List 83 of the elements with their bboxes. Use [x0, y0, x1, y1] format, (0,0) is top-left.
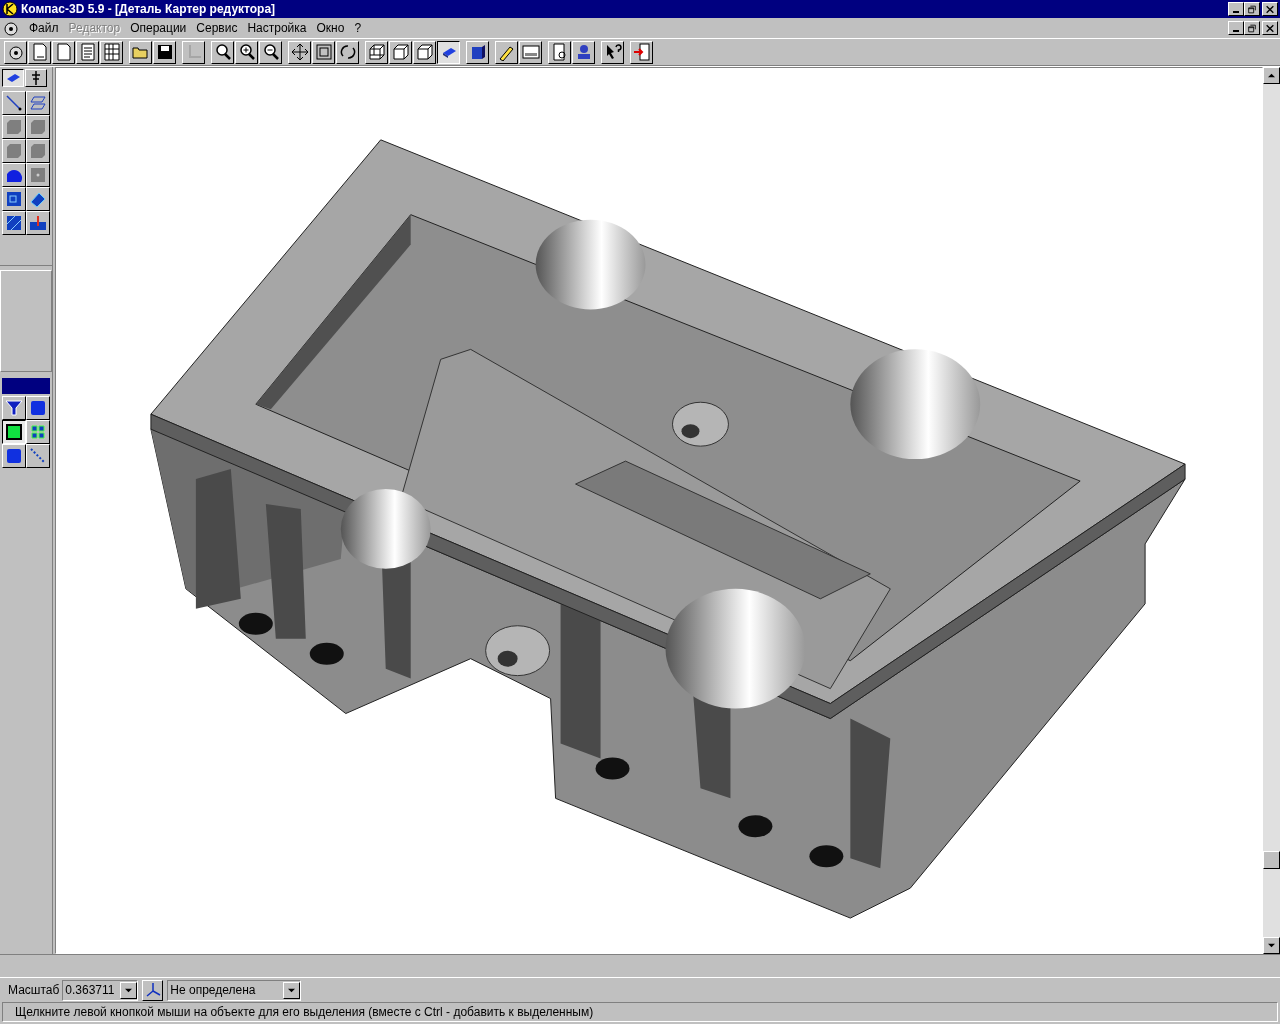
toolbar-button[interactable] [437, 40, 460, 64]
zoom-out-icon [261, 43, 280, 61]
orientation-button[interactable] [142, 979, 164, 1001]
orientation-combo-box[interactable]: Не определена [167, 979, 302, 1001]
hatch-icon [5, 214, 23, 232]
zoom-icon [213, 43, 232, 61]
scale-label: Масштаб [8, 983, 60, 997]
dashed-icon [29, 447, 47, 465]
exit-icon [632, 43, 651, 61]
box-icon [5, 190, 23, 208]
palette-button[interactable] [26, 91, 50, 115]
scale-combo-box[interactable]: 0.363711 [62, 979, 139, 1001]
palette-button[interactable] [26, 211, 50, 235]
palette-button[interactable] [26, 115, 50, 139]
palette-button[interactable] [26, 163, 50, 187]
minimize-icon [1233, 11, 1239, 13]
text-icon [78, 43, 97, 61]
save-icon [155, 43, 174, 61]
close-icon [1265, 23, 1275, 33]
fit-icon [314, 43, 333, 61]
minimize-button[interactable] [1228, 2, 1244, 16]
menu-item[interactable]: Файл [24, 21, 64, 35]
cut-icon [29, 214, 47, 232]
wire-icon [367, 43, 386, 61]
palette-button[interactable] [2, 115, 26, 139]
document-icon[interactable] [2, 19, 20, 37]
down-arrow-icon [1267, 942, 1276, 949]
thin-icon [415, 43, 434, 61]
menu-item[interactable]: Операции [125, 21, 192, 35]
sheet-icon [30, 43, 49, 61]
minimize-button[interactable] [1228, 21, 1244, 35]
app-logo-icon [2, 1, 18, 17]
hidden-icon [391, 43, 410, 61]
minimize-icon [1233, 30, 1239, 32]
chamfer-icon [29, 118, 47, 136]
menu-item[interactable]: Сервис [191, 21, 243, 35]
menu-item[interactable]: Окно [311, 21, 350, 35]
palette-button[interactable] [2, 91, 26, 115]
palette-button[interactable] [26, 187, 50, 211]
window-title: Компас-3D 5.9 - [Деталь Картер редуктора] [21, 2, 276, 16]
preview-icon [550, 43, 569, 61]
restore-icon [1247, 23, 1257, 33]
model-icon [6, 43, 25, 61]
restore-button[interactable] [1244, 2, 1260, 16]
status-text: Щелкните левой кнопкой мыши на объекте для его выделения (вместе с Ctrl - добавить к выделенным) [15, 1005, 594, 1019]
model-viewport[interactable] [55, 67, 1263, 954]
face-icon [5, 423, 23, 441]
close-icon [1265, 4, 1275, 14]
plane-icon [29, 94, 47, 112]
palette-button[interactable] [26, 139, 50, 163]
close-button[interactable] [1262, 2, 1278, 16]
restore-icon [1247, 4, 1257, 14]
palette-button[interactable] [2, 139, 26, 163]
palette-tab[interactable] [2, 69, 24, 87]
scroll-up-button[interactable] [1263, 67, 1280, 84]
chamfer-icon [5, 118, 23, 136]
page-icon [54, 43, 73, 61]
up-arrow-icon [1267, 72, 1276, 79]
cube-icon [29, 399, 47, 417]
extrude-icon [29, 190, 47, 208]
pan-icon [290, 43, 309, 61]
chamfer-icon [5, 142, 23, 160]
menu-item[interactable]: ? [349, 21, 367, 35]
spec-icon [102, 43, 121, 61]
cube-icon [5, 447, 23, 465]
rotate-icon [338, 43, 357, 61]
chamfer-icon [29, 142, 47, 160]
line-icon [5, 94, 23, 112]
close-button[interactable] [1262, 21, 1278, 35]
zoom-in-icon [237, 43, 256, 61]
filter-icon [5, 399, 23, 417]
filter-button[interactable] [2, 420, 26, 444]
menu-item[interactable]: Настройка [242, 21, 312, 35]
palette-button[interactable] [2, 211, 26, 235]
vertical-scrollbar[interactable] [1263, 67, 1280, 954]
grid-icon [29, 423, 47, 441]
palette-title-bar [2, 378, 50, 394]
restore-button[interactable] [1244, 21, 1260, 35]
scroll-down-button[interactable] [1263, 937, 1280, 954]
palette-button[interactable] [2, 163, 26, 187]
scrollbar-thumb[interactable] [1263, 850, 1280, 869]
palette-button[interactable] [2, 187, 26, 211]
panel-icon [521, 43, 540, 61]
